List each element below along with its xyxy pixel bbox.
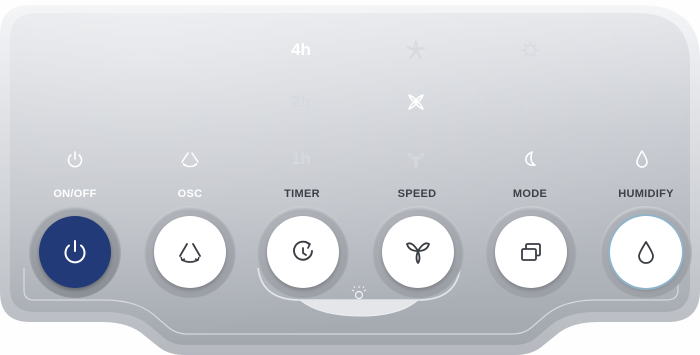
oscillate-icon: [175, 238, 205, 266]
power-icon: [60, 237, 90, 267]
layers-icon: [517, 238, 545, 266]
humidify-button-bezel: [600, 206, 692, 298]
osc-button[interactable]: [154, 216, 226, 288]
mode-button-bezel: [485, 206, 577, 298]
mode-button[interactable]: [495, 216, 567, 288]
osc-button-bezel: [144, 206, 236, 298]
timer-button[interactable]: [267, 216, 339, 288]
timer-button-bezel: [257, 206, 349, 298]
fan-icon: [404, 238, 432, 266]
light-bulb-icon[interactable]: [349, 284, 369, 302]
speed-button[interactable]: [382, 216, 454, 288]
onoff-button-bezel: [29, 206, 121, 298]
timer-icon: [289, 238, 317, 266]
speed-button-bezel: [372, 206, 464, 298]
onoff-button[interactable]: [39, 216, 111, 288]
humidify-button[interactable]: [610, 216, 682, 288]
droplet-icon: [635, 238, 657, 266]
control-panel: 4h 2h 1h ON/OFF OSC TIMER SPEED MODE HUM…: [0, 0, 700, 355]
